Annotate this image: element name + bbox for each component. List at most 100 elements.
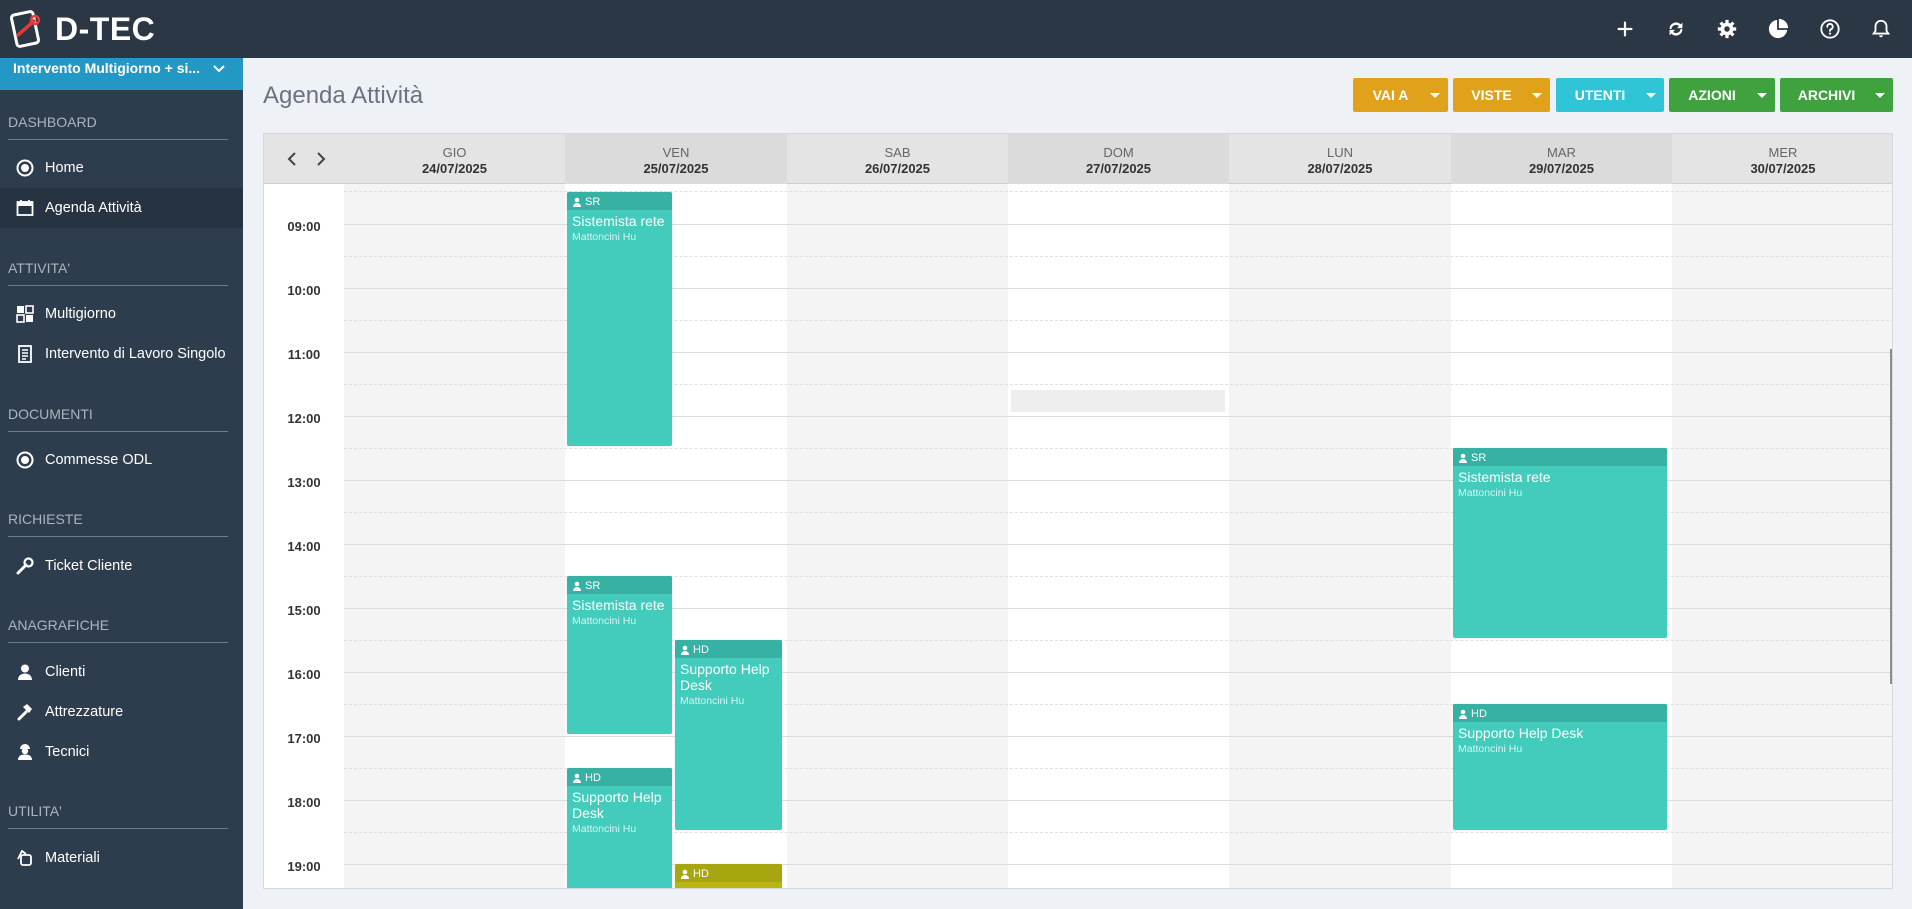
sidebar-item-label: Multigiorno — [45, 306, 116, 322]
day-header[interactable]: GIO 24/07/2025 — [344, 134, 565, 184]
radio-circle-icon — [15, 450, 35, 470]
event-header: HD — [567, 768, 672, 786]
day-header[interactable]: VEN 25/07/2025 — [565, 134, 787, 184]
prev-week-arrow-icon[interactable] — [284, 150, 300, 168]
event-code: SR — [585, 580, 601, 592]
event-header: HD — [675, 864, 782, 882]
day-header[interactable]: MER 30/07/2025 — [1672, 134, 1892, 184]
time-label: 19:00 — [287, 859, 321, 874]
sidebar-item-label: Agenda Attività — [45, 200, 142, 216]
sidebar-item-tecnici[interactable]: Tecnici — [0, 732, 243, 772]
day-date: 25/07/2025 — [643, 161, 709, 176]
sidebar-item-clienti[interactable]: Clienti — [0, 652, 243, 692]
help-icon[interactable] — [1816, 15, 1844, 43]
sidebar-item-label: Attrezzature — [45, 704, 124, 720]
archivi-button[interactable]: ARCHIVI — [1780, 78, 1893, 112]
day-column[interactable] — [787, 184, 1008, 888]
sidebar-item-commesse[interactable]: Commesse ODL — [0, 440, 243, 480]
calendar-event[interactable]: HD Supporto Help Desk Mattoncini Hu — [1453, 704, 1667, 830]
bell-icon[interactable] — [1867, 15, 1895, 43]
chevron-down-icon — [213, 60, 225, 76]
settings-icon[interactable] — [1713, 15, 1741, 43]
day-date: 28/07/2025 — [1307, 161, 1373, 176]
event-header: HD — [675, 640, 782, 658]
hammer-icon — [15, 702, 35, 722]
project-selector-label: Intervento Multigiorno + si... — [13, 60, 201, 76]
sidebar-item-agenda[interactable]: Agenda Attività — [0, 188, 243, 228]
day-column[interactable] — [1672, 184, 1892, 888]
section-attivita: ATTIVITA' — [8, 260, 228, 286]
sidebar-item-multigiorno[interactable]: Multigiorno — [0, 294, 243, 334]
document-icon — [15, 344, 35, 364]
azioni-button[interactable]: AZIONI — [1669, 78, 1775, 112]
grid-icon — [15, 304, 35, 324]
sidebar-item-attrezzature[interactable]: Attrezzature — [0, 692, 243, 732]
event-client: Mattoncini Hu — [572, 615, 637, 627]
utenti-button[interactable]: UTENTI — [1556, 78, 1664, 112]
day-column[interactable] — [1229, 184, 1451, 888]
section-documenti: DOCUMENTI — [8, 406, 228, 432]
calendar-event[interactable]: HD Supporto Help Desk Mattoncini Hu — [567, 768, 672, 888]
calendar-event[interactable]: HD Supporto Help Desk Mattoncini Hu — [675, 640, 782, 830]
day-column[interactable] — [1008, 184, 1229, 888]
sidebar-item-ticket[interactable]: Ticket Cliente — [0, 546, 243, 586]
caret-down-icon — [1422, 78, 1448, 112]
day-column[interactable] — [344, 184, 565, 888]
calendar-header: GIO 24/07/2025 VEN 25/07/2025 SAB 26/07/… — [264, 134, 1892, 184]
user-icon — [681, 645, 689, 655]
event-code: HD — [693, 644, 709, 656]
vai-a-button[interactable]: VAI A — [1353, 78, 1448, 112]
vai-a-label: VAI A — [1372, 87, 1409, 103]
calendar-icon — [15, 198, 35, 218]
calendar-event[interactable]: SR Sistemista rete Mattoncini Hu — [567, 192, 672, 446]
calendar-body: 09:00 10:00 11:00 12:00 13:00 14:00 15:0… — [264, 184, 1892, 888]
event-code: HD — [693, 868, 709, 880]
calendar-event[interactable]: SR Sistemista rete Mattoncini Hu — [567, 576, 672, 734]
time-label: 13:00 — [287, 475, 321, 490]
viste-button[interactable]: VISTE — [1453, 78, 1550, 112]
event-header: SR — [567, 576, 672, 594]
day-date: 24/07/2025 — [421, 161, 488, 176]
calendar-event[interactable]: HD — [675, 864, 782, 888]
event-header: SR — [1453, 448, 1667, 466]
sidebar-item-materiali[interactable]: Materiali — [0, 838, 243, 878]
project-selector[interactable]: Intervento Multigiorno + si... — [0, 58, 243, 90]
wrench-icon — [15, 556, 35, 576]
event-title: Sistemista rete — [572, 213, 665, 229]
azioni-label: AZIONI — [1688, 87, 1736, 103]
event-client: Mattoncini Hu — [572, 231, 637, 243]
sidebar-item-label: Tecnici — [45, 744, 90, 760]
next-week-arrow-icon[interactable] — [313, 150, 329, 168]
user-icon — [573, 197, 581, 207]
user-icon — [15, 662, 35, 682]
day-header[interactable]: LUN 28/07/2025 — [1229, 134, 1451, 184]
caret-down-icon — [1867, 78, 1893, 112]
time-label: 10:00 — [287, 283, 321, 298]
section-utilita: UTILITA' — [8, 803, 228, 829]
sidebar-item-label: Materiali — [45, 850, 100, 866]
empty-slot-placeholder — [1011, 390, 1225, 412]
logo-icon — [8, 9, 46, 49]
event-client: Mattoncini Hu — [1458, 487, 1523, 499]
time-label: 12:00 — [287, 411, 321, 426]
caret-down-icon — [1638, 78, 1664, 112]
sidebar-item-home[interactable]: Home — [0, 148, 243, 188]
day-header[interactable]: SAB 26/07/2025 — [787, 134, 1008, 184]
user-icon — [573, 581, 581, 591]
day-of-week: VEN — [662, 145, 690, 160]
sync-icon[interactable] — [1662, 15, 1690, 43]
pie-chart-icon[interactable] — [1764, 15, 1792, 43]
day-header[interactable]: MAR 29/07/2025 — [1451, 134, 1672, 184]
sidebar-item-label: Intervento di Lavoro Singolo — [45, 346, 226, 362]
event-code: HD — [585, 772, 601, 784]
calendar-event[interactable]: SR Sistemista rete Mattoncini Hu — [1453, 448, 1667, 638]
section-dashboard: DASHBOARD — [8, 114, 228, 140]
add-icon[interactable] — [1611, 15, 1639, 43]
day-date: 30/07/2025 — [1750, 161, 1816, 176]
now-indicator-line — [1890, 349, 1892, 684]
event-header: HD — [1453, 704, 1667, 722]
day-header[interactable]: DOM 27/07/2025 — [1008, 134, 1229, 184]
sidebar-item-intervento[interactable]: Intervento di Lavoro Singolo — [0, 334, 243, 374]
day-of-week: LUN — [1326, 145, 1353, 160]
archivi-label: ARCHIVI — [1797, 87, 1856, 103]
